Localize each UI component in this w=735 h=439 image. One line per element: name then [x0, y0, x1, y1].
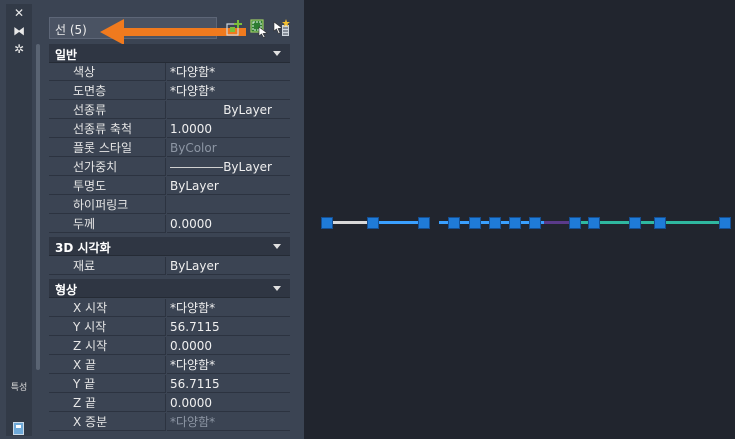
property-label: Y 시작: [49, 318, 166, 336]
select-objects-icon[interactable]: [249, 18, 269, 38]
section-3d-visualization[interactable]: 3D 시각화: [49, 237, 290, 256]
property-value[interactable]: 56.7115: [167, 375, 290, 393]
property-value[interactable]: 1.0000: [167, 120, 290, 138]
grip-handle[interactable]: [630, 218, 640, 228]
property-row-start-x[interactable]: X 시작 *다양함*: [49, 299, 290, 318]
property-label: X 시작: [49, 299, 166, 317]
palette-vertical-title: 특성: [10, 383, 28, 393]
property-row-start-y[interactable]: Y 시작 56.7115: [49, 318, 290, 337]
property-label: X 끝: [49, 356, 166, 374]
grip-handle[interactable]: [655, 218, 665, 228]
property-label: 하이퍼링크: [49, 196, 166, 214]
property-value-container[interactable]: ByLayer: [167, 158, 290, 176]
palette-title-strip: ✕ ⧓ ✲ 특성: [6, 4, 32, 436]
property-row-thickness[interactable]: 두께 0.0000: [49, 215, 290, 234]
property-row-color[interactable]: 색상 *다양함*: [49, 63, 290, 82]
property-value[interactable]: 0.0000: [167, 394, 290, 412]
property-value: ByLayer: [223, 160, 272, 174]
section-title: 일반: [55, 48, 78, 62]
property-label: 선종류 축척: [49, 120, 166, 138]
grip-handle[interactable]: [720, 218, 730, 228]
close-icon[interactable]: ✕: [6, 6, 32, 20]
properties-palette: ✕ ⧓ ✲ 특성 선 (5) 일반 색상 *다양함* 도면층 *다양함* 선종류…: [0, 0, 304, 439]
grip-handle[interactable]: [368, 218, 378, 228]
lineweight-preview: [170, 167, 223, 168]
property-row-delta-x[interactable]: X 증분 *다양함*: [49, 413, 290, 432]
grip-handle[interactable]: [449, 218, 459, 228]
property-label: 재료: [49, 257, 166, 275]
property-label: 투명도: [49, 177, 166, 195]
collapse-icon[interactable]: [273, 286, 281, 291]
grip-handle[interactable]: [322, 218, 332, 228]
property-label: Y 끝: [49, 375, 166, 393]
settings-icon[interactable]: ✲: [6, 42, 32, 56]
grip-handle[interactable]: [570, 218, 580, 228]
property-label: Z 시작: [49, 337, 166, 355]
toggle-pickadd-icon[interactable]: [225, 18, 245, 38]
quick-calc-icon[interactable]: [13, 422, 24, 435]
grip-handle[interactable]: [419, 218, 429, 228]
section-title: 형상: [55, 283, 78, 297]
property-value[interactable]: ByLayer: [167, 177, 290, 195]
grip-handle[interactable]: [490, 218, 500, 228]
quick-select-icon[interactable]: [271, 18, 291, 38]
grip-handle[interactable]: [589, 218, 599, 228]
property-row-hyperlink[interactable]: 하이퍼링크: [49, 196, 290, 215]
property-value[interactable]: *다양함*: [167, 356, 290, 374]
property-row-plot-style[interactable]: 플롯 스타일 ByColor: [49, 139, 290, 158]
property-row-linetype[interactable]: 선종류 ByLayer: [49, 101, 290, 120]
property-row-transparency[interactable]: 투명도 ByLayer: [49, 177, 290, 196]
property-row-end-y[interactable]: Y 끝 56.7115: [49, 375, 290, 394]
property-label: 도면층: [49, 82, 166, 100]
collapse-icon[interactable]: [273, 244, 281, 249]
property-value: ByColor: [167, 139, 290, 157]
property-label: X 증분: [49, 413, 166, 431]
property-row-lineweight[interactable]: 선가중치 ByLayer: [49, 158, 290, 177]
property-value[interactable]: [167, 196, 290, 214]
palette-scrollbar[interactable]: [36, 44, 40, 370]
property-value: *다양함*: [167, 413, 290, 431]
property-row-start-z[interactable]: Z 시작 0.0000: [49, 337, 290, 356]
property-row-end-x[interactable]: X 끝 *다양함*: [49, 356, 290, 375]
property-row-material[interactable]: 재료 ByLayer: [49, 257, 290, 276]
section-title: 3D 시각화: [55, 241, 111, 255]
grip-handle[interactable]: [530, 218, 540, 228]
section-geometry[interactable]: 형상: [49, 279, 290, 298]
property-value[interactable]: 56.7115: [167, 318, 290, 336]
property-value[interactable]: 0.0000: [167, 337, 290, 355]
property-label: 두께: [49, 215, 166, 233]
property-value[interactable]: *다양함*: [167, 299, 290, 317]
line-segment[interactable]: [327, 221, 373, 224]
section-general[interactable]: 일반: [49, 44, 290, 63]
property-label: 선종류: [49, 101, 166, 119]
grip-handle[interactable]: [470, 218, 480, 228]
property-value[interactable]: *다양함*: [167, 63, 290, 81]
grip-handle[interactable]: [510, 218, 520, 228]
property-row-layer[interactable]: 도면층 *다양함*: [49, 82, 290, 101]
property-row-linetype-scale[interactable]: 선종류 축척 1.0000: [49, 120, 290, 139]
property-label: Z 끝: [49, 394, 166, 412]
property-label: 선가중치: [49, 158, 166, 176]
property-value[interactable]: *다양함*: [167, 82, 290, 100]
autohide-icon[interactable]: ⧓: [6, 24, 32, 38]
property-value[interactable]: ByLayer: [167, 257, 290, 275]
collapse-icon[interactable]: [273, 51, 281, 56]
property-label: 색상: [49, 63, 166, 81]
property-value[interactable]: ByLayer: [167, 101, 290, 119]
property-label: 플롯 스타일: [49, 139, 166, 157]
property-value[interactable]: 0.0000: [167, 215, 290, 233]
selection-label: 선 (5): [55, 23, 87, 37]
property-row-end-z[interactable]: Z 끝 0.0000: [49, 394, 290, 413]
